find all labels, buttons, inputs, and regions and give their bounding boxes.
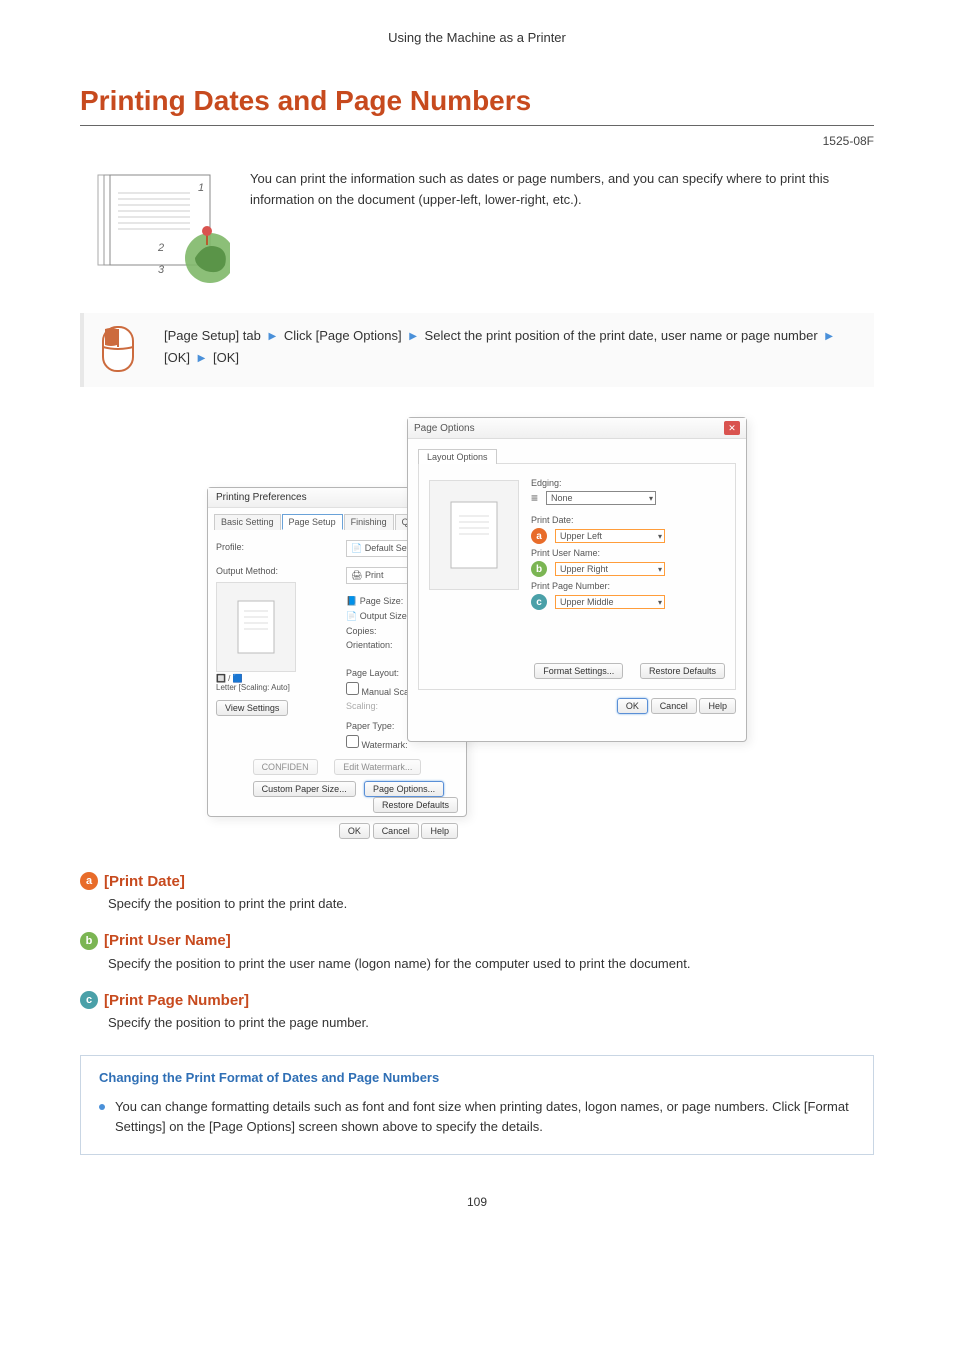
proc-seg3: Select the print position of the print d… [425, 328, 818, 343]
print-date-label: Print Date: [531, 515, 725, 525]
proc-seg4: [OK] [164, 350, 190, 365]
chevron-right-icon: ▶ [409, 328, 417, 345]
profile-label: Profile: [216, 542, 328, 552]
tab-page-setup[interactable]: Page Setup [282, 514, 343, 530]
print-date-dropdown[interactable]: Upper Left▾ [555, 529, 665, 543]
print-page-label: Print Page Number: [531, 581, 725, 591]
tab-finishing[interactable]: Finishing [344, 514, 394, 530]
print-user-label: Print User Name: [531, 548, 725, 558]
cancel-button[interactable]: Cancel [373, 823, 419, 839]
chevron-right-icon: ▶ [268, 328, 276, 345]
intro-text: You can print the information such as da… [250, 163, 874, 211]
svg-text:2: 2 [157, 242, 164, 254]
opts-title: Page Options [414, 423, 475, 434]
layout-options-tab[interactable]: Layout Options [418, 449, 497, 464]
marker-b: b [531, 561, 547, 577]
mouse-icon [94, 325, 144, 375]
page-options-dialog: Page Options ✕ Layout Options Edging: ≡ [407, 417, 747, 742]
note-title: Changing the Print Format of Dates and P… [99, 1070, 855, 1085]
note-body-text: You can change formatting details such a… [115, 1097, 855, 1139]
chevron-right-icon: ▶ [825, 328, 833, 345]
opts-ok-button[interactable]: OK [617, 698, 648, 714]
svg-text:3: 3 [158, 264, 165, 276]
print-user-dropdown[interactable]: Upper Right▾ [555, 562, 665, 576]
section-marker-c: c [80, 991, 98, 1009]
watermark-checkbox[interactable] [346, 735, 359, 748]
section-marker-a: a [80, 872, 98, 890]
page-title: Printing Dates and Page Numbers [80, 85, 874, 126]
doc-code: 1525-08F [80, 134, 874, 148]
chapter-title: Using the Machine as a Printer [80, 30, 874, 45]
page-size-label: Page Size: [360, 596, 404, 606]
custom-paper-size-button[interactable]: Custom Paper Size... [253, 781, 356, 797]
output-method-label: Output Method: [216, 566, 328, 576]
section-a-desc: Specify the position to print the print … [108, 894, 874, 914]
output-size-label: Output Size: [360, 611, 410, 621]
confidential-button: CONFIDEN [253, 759, 318, 775]
help-button[interactable]: Help [421, 823, 458, 839]
section-a-title: [Print Date] [104, 873, 185, 890]
manual-scaling-checkbox[interactable] [346, 682, 359, 695]
preview-caption: Letter [Scaling: Auto] [216, 683, 328, 692]
opts-help-button[interactable]: Help [699, 698, 736, 714]
proc-seg5: [OK] [213, 350, 239, 365]
print-page-dropdown[interactable]: Upper Middle▾ [555, 595, 665, 609]
procedure-text: [Page Setup] tab ▶ Click [Page Options] … [164, 325, 874, 369]
edging-label: Edging: [531, 478, 725, 488]
page-number: 109 [80, 1195, 874, 1209]
output-method-field[interactable]: 🖨 Print [346, 567, 416, 584]
restore-defaults-button[interactable]: Restore Defaults [373, 797, 458, 813]
intro-illustration: 1 2 3 [80, 163, 230, 283]
procedure-box: [Page Setup] tab ▶ Click [Page Options] … [80, 313, 874, 387]
section-b-title: [Print User Name] [104, 932, 231, 949]
svg-text:1: 1 [198, 182, 204, 194]
dialog-screenshot: Printing Preferences Basic Setting Page … [207, 417, 747, 832]
page-preview [216, 582, 296, 672]
proc-seg1: [Page Setup] tab [164, 328, 261, 343]
tab-basic-setting[interactable]: Basic Setting [214, 514, 281, 530]
note-box: Changing the Print Format of Dates and P… [80, 1055, 874, 1156]
proc-seg2: Click [Page Options] [284, 328, 402, 343]
edit-watermark-button: Edit Watermark... [334, 759, 421, 775]
section-b-desc: Specify the position to print the user n… [108, 954, 874, 974]
section-c-title: [Print Page Number] [104, 992, 249, 1009]
page-options-button[interactable]: Page Options... [364, 781, 444, 797]
view-settings-button[interactable]: View Settings [216, 700, 288, 716]
section-c-desc: Specify the position to print the page n… [108, 1013, 874, 1033]
close-icon[interactable]: ✕ [724, 421, 740, 435]
ok-button[interactable]: OK [339, 823, 370, 839]
edging-dropdown[interactable]: None▾ [546, 491, 656, 505]
chevron-right-icon: ▶ [198, 350, 206, 367]
opts-preview [429, 480, 519, 590]
marker-c: c [531, 594, 547, 610]
marker-a: a [531, 528, 547, 544]
opts-cancel-button[interactable]: Cancel [651, 698, 697, 714]
bullet-icon [99, 1104, 105, 1110]
format-settings-button[interactable]: Format Settings... [534, 663, 623, 679]
opts-restore-defaults-button[interactable]: Restore Defaults [640, 663, 725, 679]
section-marker-b: b [80, 932, 98, 950]
